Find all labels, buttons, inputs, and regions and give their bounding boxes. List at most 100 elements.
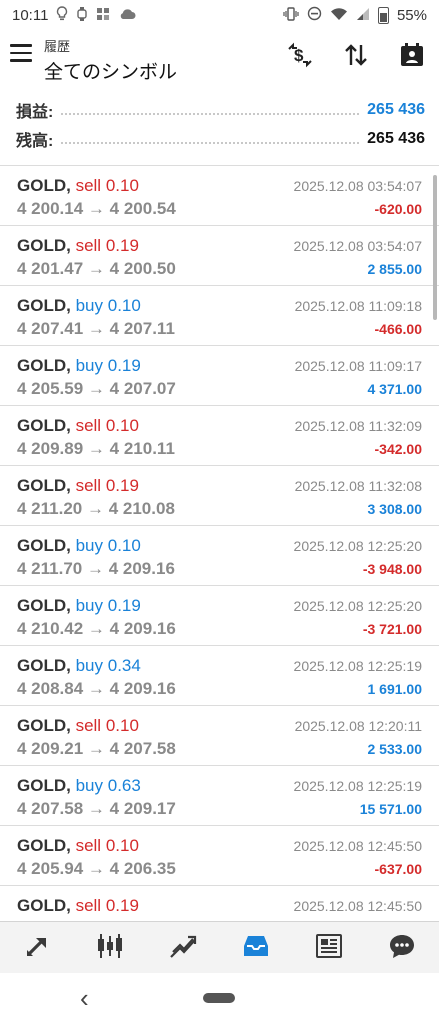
close-price: 4 200.54 xyxy=(109,199,176,218)
trade-volume: 0.19 xyxy=(105,896,139,915)
trade-row[interactable]: GOLD, sell 0.19 2025.12.08 03:54:07 4 201.… xyxy=(0,226,439,286)
trade-row[interactable]: GOLD, buy 0.10 2025.12.08 11:09:18 4 207.4… xyxy=(0,286,439,346)
system-nav-bar: ‹ xyxy=(0,973,439,1024)
vibrate-icon xyxy=(283,6,299,24)
do-not-disturb-icon xyxy=(307,6,322,24)
trade-history-list[interactable]: GOLD, sell 0.10 2025.12.08 03:54:07 4 200.… xyxy=(0,165,439,921)
trade-profit: -637.00 xyxy=(374,861,422,877)
arrow-right-icon: → xyxy=(87,619,105,638)
menu-icon[interactable] xyxy=(10,44,32,62)
home-pill[interactable] xyxy=(203,993,235,1003)
trade-prices: 4 205.94 → 4 206.35 xyxy=(17,859,176,879)
trade-symbol-line: GOLD, buy 0.10 xyxy=(17,296,141,316)
trade-row[interactable]: GOLD, buy 0.19 2025.12.08 12:25:20 4 210.4… xyxy=(0,586,439,646)
close-price: 4 210.08 xyxy=(108,499,175,518)
trade-symbol-line: GOLD, sell 0.19 xyxy=(17,476,139,496)
arrow-right-icon: → xyxy=(87,739,105,758)
back-chevron-icon[interactable]: ‹ xyxy=(80,983,89,1014)
trade-side: sell xyxy=(75,836,102,855)
quotes-arrows-icon xyxy=(23,932,51,965)
dotted-leader xyxy=(61,142,360,144)
trade-volume: 0.10 xyxy=(107,296,141,315)
balance-value: 265 436 xyxy=(367,130,425,147)
trade-symbol: GOLD, xyxy=(17,236,71,255)
battery-level: 55% xyxy=(396,6,427,24)
trade-volume: 0.19 xyxy=(107,596,141,615)
trade-volume: 0.10 xyxy=(105,176,139,195)
trade-side: buy xyxy=(75,596,103,615)
trade-prices: 4 208.84 → 4 209.16 xyxy=(17,679,176,699)
trade-symbol: GOLD, xyxy=(17,476,71,495)
trade-profit: 2 533.00 xyxy=(367,741,423,757)
tab-chart[interactable] xyxy=(88,926,132,970)
tab-trade[interactable] xyxy=(161,926,205,970)
trade-symbol-line: GOLD, sell 0.19 xyxy=(17,896,139,916)
arrow-right-icon: → xyxy=(87,679,105,698)
bottom-tab-bar xyxy=(0,921,439,974)
trade-row[interactable]: GOLD, buy 0.10 2025.12.08 12:25:20 4 211.7… xyxy=(0,526,439,586)
trade-side: sell xyxy=(75,416,102,435)
app-bar: 履歴 全てのシンボル $ xyxy=(0,30,439,86)
trade-prices: 4 210.42 → 4 209.16 xyxy=(17,619,176,639)
trade-profit: -3 948.00 xyxy=(362,561,422,577)
tab-messages[interactable] xyxy=(380,926,424,970)
close-price: 4 207.07 xyxy=(109,379,176,398)
trade-row[interactable]: GOLD, buy 0.34 2025.12.08 12:25:19 4 208.8… xyxy=(0,646,439,706)
tab-news[interactable] xyxy=(307,926,351,970)
arrow-right-icon: → xyxy=(87,199,105,218)
trade-row[interactable]: GOLD, buy 0.63 2025.12.08 12:25:19 4 207.5… xyxy=(0,766,439,826)
trade-symbol-line: GOLD, sell 0.19 xyxy=(17,236,139,256)
period-button[interactable] xyxy=(395,40,429,74)
title-block[interactable]: 履歴 全てのシンボル xyxy=(44,36,177,84)
trade-symbol-line: GOLD, buy 0.10 xyxy=(17,536,141,556)
arrow-right-icon: → xyxy=(87,319,105,338)
trade-time: 2025.12.08 03:54:07 xyxy=(293,238,422,254)
trade-profit: 4 371.00 xyxy=(367,381,423,397)
close-price: 4 207.11 xyxy=(109,319,175,338)
trade-time: 2025.12.08 12:25:20 xyxy=(293,538,422,554)
tab-history[interactable] xyxy=(234,926,278,970)
trade-side: sell xyxy=(75,476,102,495)
deposit-filter-button[interactable]: $ xyxy=(283,40,317,74)
balance-label: 残高: xyxy=(16,133,54,150)
trade-row[interactable]: GOLD, sell 0.10 2025.12.08 11:32:09 4 209.… xyxy=(0,406,439,466)
trade-row[interactable]: GOLD, sell 0.10 2025.12.08 03:54:07 4 200.… xyxy=(0,166,439,226)
trade-symbol: GOLD, xyxy=(17,296,71,315)
open-price: 4 211.70 xyxy=(17,559,83,578)
open-price: 4 207.58 xyxy=(17,799,84,818)
trade-profit: -3 721.00 xyxy=(362,621,422,637)
battery-icon xyxy=(377,6,389,24)
trade-symbol: GOLD, xyxy=(17,896,71,915)
inbox-history-icon xyxy=(241,932,271,965)
trade-time: 2025.12.08 12:25:19 xyxy=(293,658,422,674)
trade-volume: 0.19 xyxy=(107,356,141,375)
scrollbar[interactable] xyxy=(433,175,437,320)
wifi-icon xyxy=(330,7,348,24)
arrow-right-icon: → xyxy=(86,559,104,578)
trade-symbol-line: GOLD, buy 0.34 xyxy=(17,656,141,676)
trade-row[interactable]: GOLD, sell 0.10 2025.12.08 12:45:50 4 205.… xyxy=(0,826,439,886)
close-price: 4 209.16 xyxy=(108,559,175,578)
trade-row[interactable]: GOLD, buy 0.19 2025.12.08 11:09:17 4 205.5… xyxy=(0,346,439,406)
trade-prices: 4 209.21 → 4 207.58 xyxy=(17,739,176,759)
trade-row[interactable]: GOLD, sell 0.10 2025.12.08 12:20:11 4 209.… xyxy=(0,706,439,766)
status-bar: 10:11 55% xyxy=(0,0,439,30)
open-price: 4 201.47 xyxy=(17,259,84,278)
symbol-filter: 全てのシンボル xyxy=(44,62,178,83)
trade-symbol-line: GOLD, buy 0.19 xyxy=(17,596,141,616)
profit-value: 265 436 xyxy=(367,101,425,118)
trade-side: sell xyxy=(75,716,102,735)
trade-symbol: GOLD, xyxy=(17,596,71,615)
dotted-leader xyxy=(61,113,360,115)
trade-volume: 0.34 xyxy=(107,656,141,675)
trade-row[interactable]: GOLD, sell 0.19 2025.12.08 11:32:08 4 211.… xyxy=(0,466,439,526)
tab-quotes[interactable] xyxy=(15,926,59,970)
trade-row[interactable]: GOLD, sell 0.192025.12.08 12:45:504 207.… xyxy=(0,886,439,921)
sort-button[interactable] xyxy=(339,40,373,74)
trade-time: 2025.12.08 12:20:11 xyxy=(294,718,422,734)
trade-volume: 0.19 xyxy=(105,236,139,255)
cloud-icon xyxy=(118,8,136,23)
section-title: 履歴 xyxy=(44,39,71,54)
status-time: 10:11 xyxy=(12,6,49,24)
trade-prices: 4 201.47 → 4 200.50 xyxy=(17,259,176,279)
